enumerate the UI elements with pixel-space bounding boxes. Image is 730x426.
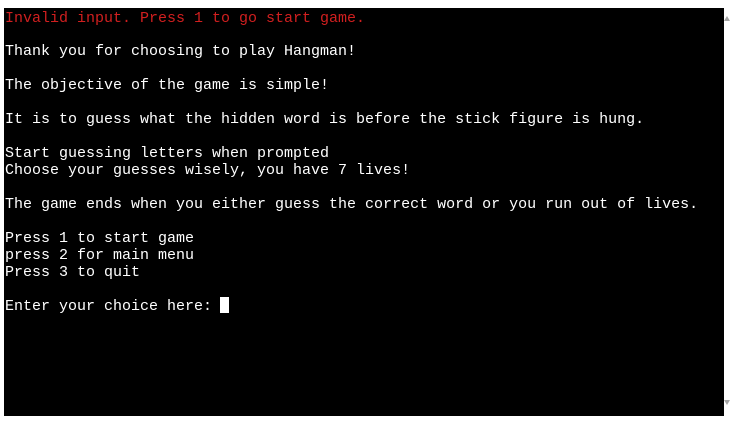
menu-option-main-menu: press 2 for main menu: [5, 247, 195, 264]
menu-option-quit: Press 3 to quit: [5, 264, 141, 281]
choice-prompt: Enter your choice here:: [5, 298, 222, 315]
text-cursor[interactable]: [220, 297, 229, 313]
lives-line: Choose your guesses wisely, you have 7 l…: [5, 162, 411, 179]
welcome-line: Thank you for choosing to play Hangman!: [5, 43, 357, 60]
scroll-down-arrow-icon[interactable]: [724, 400, 730, 405]
scroll-up-arrow-icon[interactable]: [724, 16, 730, 21]
vertical-scrollbar[interactable]: [724, 8, 730, 416]
app-frame: Invalid input. Press 1 to go start game.…: [0, 0, 730, 426]
instruction-line: Start guessing letters when prompted: [5, 145, 330, 162]
game-end-line: The game ends when you either guess the …: [5, 196, 699, 213]
terminal-window[interactable]: Invalid input. Press 1 to go start game.…: [4, 8, 724, 416]
error-message: Invalid input. Press 1 to go start game.: [5, 10, 366, 27]
objective-line: The objective of the game is simple!: [5, 77, 330, 94]
goal-line: It is to guess what the hidden word is b…: [5, 111, 645, 128]
menu-option-start: Press 1 to start game: [5, 230, 195, 247]
